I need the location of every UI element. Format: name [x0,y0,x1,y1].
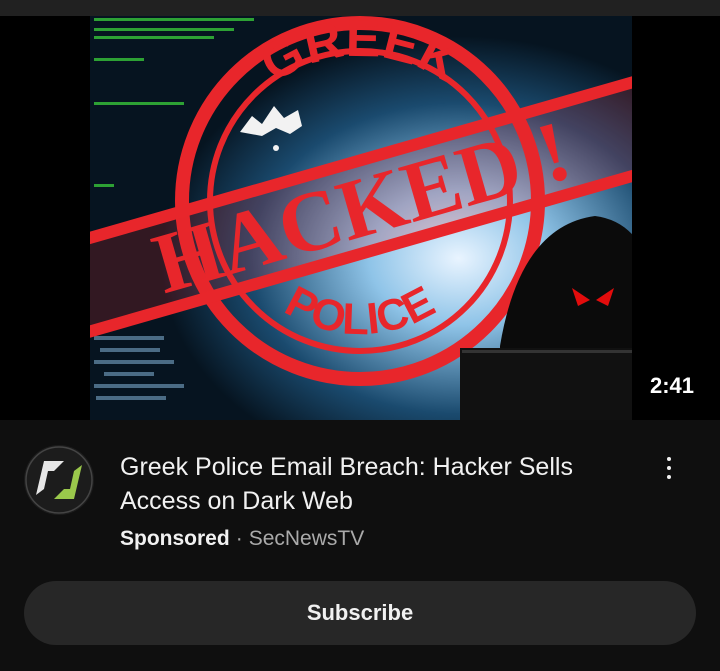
video-title[interactable]: Greek Police Email Breach: Hacker Sells … [120,450,640,518]
channel-name[interactable]: SecNewsTV [249,527,365,550]
channel-logo-icon [25,446,93,514]
sponsored-label: Sponsored [120,527,230,550]
video-meta: Greek Police Email Breach: Hacker Sells … [0,420,720,671]
byline: Sponsored · SecNewsTV [120,527,364,551]
channel-avatar[interactable] [24,445,94,515]
subscribe-button[interactable]: Subscribe [24,581,696,645]
thumbnail-image: GREEK POLICE HACKED ! [90,16,632,420]
separator-dot: · [235,527,243,550]
more-vert-icon [667,457,671,461]
video-duration: 2:41 [649,373,694,398]
video-thumbnail[interactable]: GREEK POLICE HACKED ! 2:41 [0,16,720,420]
top-bar [0,0,720,16]
more-options-button[interactable] [654,448,684,488]
